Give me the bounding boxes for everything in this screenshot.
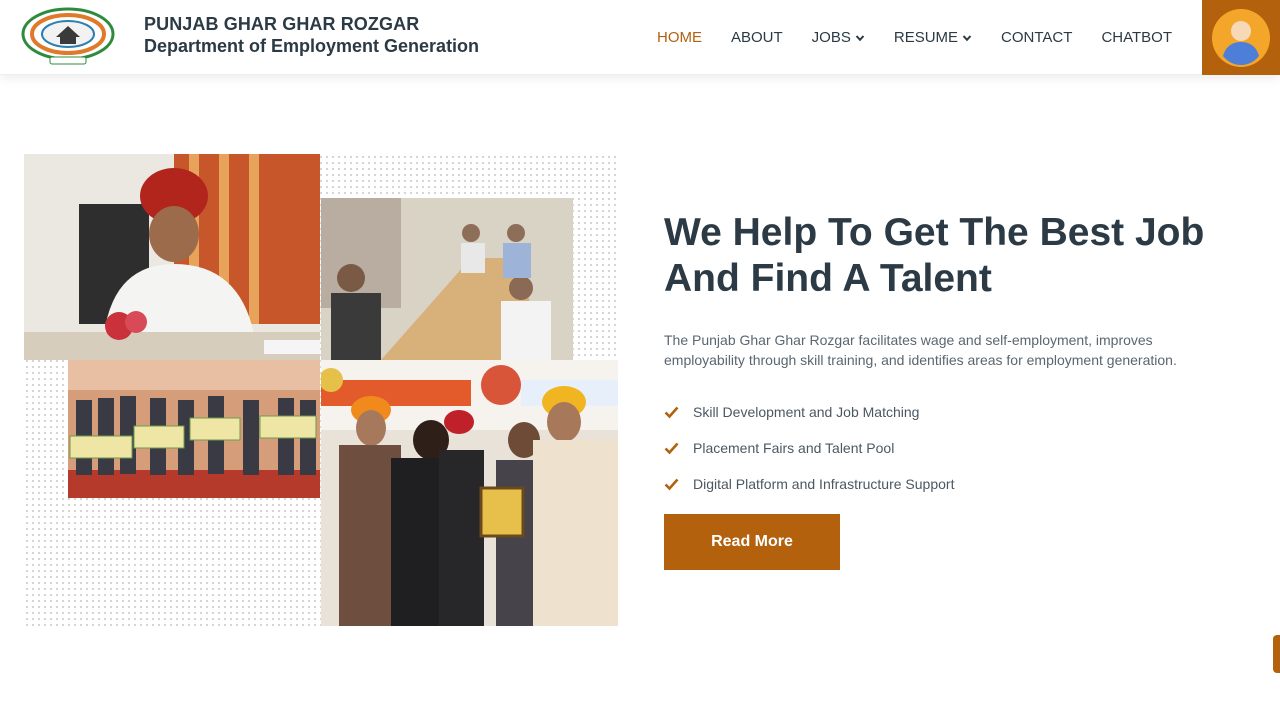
nav-jobs-label: JOBS xyxy=(811,29,851,46)
nav-resume[interactable]: RESUME xyxy=(894,29,972,46)
photo-official-at-desk xyxy=(24,154,320,360)
hero-headline: We Help To Get The Best Job And Find A T… xyxy=(664,210,1244,302)
nav-home-label: HOME xyxy=(656,29,702,46)
scroll-to-top-tab[interactable] xyxy=(1273,635,1280,673)
nav-resume-label: RESUME xyxy=(893,29,959,46)
feature-list: Skill Development and Job Matching Place… xyxy=(664,394,1244,502)
chevron-down-icon xyxy=(962,34,972,41)
nav-jobs[interactable]: JOBS xyxy=(812,29,865,46)
check-icon xyxy=(664,478,679,491)
nav-home[interactable]: HOME xyxy=(657,29,702,46)
feature-label: Digital Platform and Infrastructure Supp… xyxy=(693,476,955,492)
feature-label: Placement Fairs and Talent Pool xyxy=(693,440,895,456)
photo-award-ceremony xyxy=(321,360,618,626)
user-avatar-icon xyxy=(1212,8,1270,67)
list-item: Placement Fairs and Talent Pool xyxy=(664,430,1244,466)
nav-chatbot[interactable]: CHATBOT xyxy=(1101,29,1172,46)
nav-about-label: ABOUT xyxy=(730,29,783,46)
nav-contact-label: CONTACT xyxy=(1001,29,1073,46)
check-icon xyxy=(664,442,679,455)
check-icon xyxy=(664,406,679,419)
hero-headline-line2: And Find A Talent xyxy=(664,257,992,300)
nav-about[interactable]: ABOUT xyxy=(731,29,783,46)
hero-description: The Punjab Ghar Ghar Rozgar facilitates … xyxy=(664,332,1177,368)
list-item: Digital Platform and Infrastructure Supp… xyxy=(664,466,1244,502)
list-item: Skill Development and Job Matching xyxy=(664,394,1244,430)
photo-meeting-room xyxy=(321,198,573,360)
nav-chatbot-label: CHATBOT xyxy=(1101,29,1172,46)
department-logo[interactable] xyxy=(20,7,116,67)
read-more-button[interactable]: Read More xyxy=(664,514,840,570)
photo-group-with-certificates xyxy=(68,360,320,498)
site-header: PUNJAB GHAR GHAR ROZGAR Department of Em… xyxy=(0,0,1280,75)
brand-subtitle: Department of Employment Generation xyxy=(144,36,480,56)
nav-contact[interactable]: CONTACT xyxy=(1001,29,1072,46)
chevron-down-icon xyxy=(855,34,865,41)
brand-title: PUNJAB GHAR GHAR ROZGAR xyxy=(144,14,420,34)
hero-content: We Help To Get The Best Job And Find A T… xyxy=(664,210,1244,570)
main-nav: HOME ABOUT JOBS RESUME CONTACT CHATBOT xyxy=(628,0,1172,75)
user-menu-button[interactable] xyxy=(1202,0,1280,75)
hero-headline-line1: We Help To Get The Best Job xyxy=(664,211,1205,254)
brand: PUNJAB GHAR GHAR ROZGAR Department of Em… xyxy=(144,13,479,57)
feature-label: Skill Development and Job Matching xyxy=(693,404,920,420)
image-collage xyxy=(24,154,618,626)
